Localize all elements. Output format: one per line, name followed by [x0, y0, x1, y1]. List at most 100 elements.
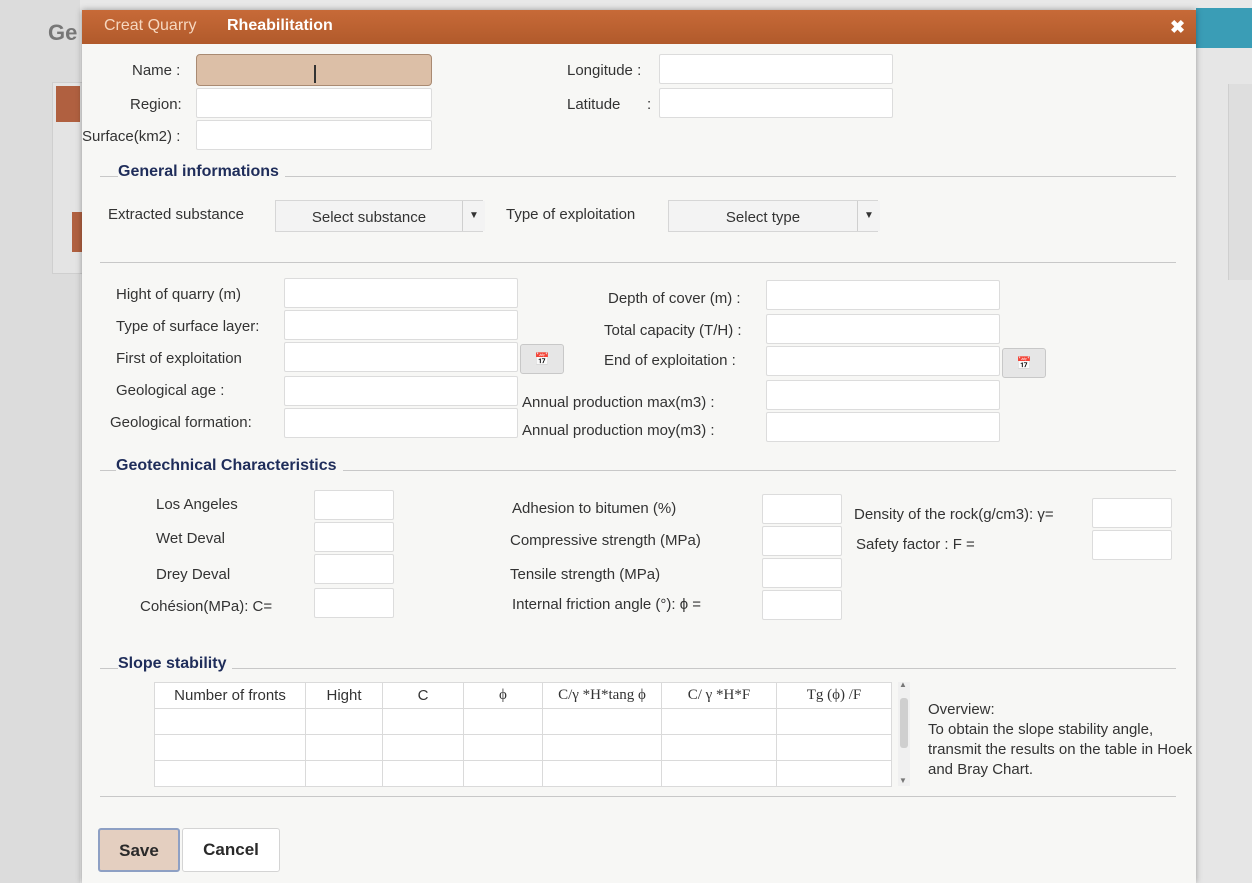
column-header-c-gamma-h-f: C/ γ *H*F — [661, 682, 777, 709]
latitude-input[interactable] — [659, 88, 893, 118]
adhesion-input[interactable] — [762, 494, 842, 524]
internal-friction-input[interactable] — [762, 590, 842, 620]
chevron-down-icon: ▼ — [462, 201, 485, 231]
longitude-label: Longitude : — [567, 62, 642, 79]
substance-select-value: Select substance — [311, 209, 427, 226]
drey-deval-input[interactable] — [314, 554, 394, 584]
text-cursor — [314, 65, 316, 83]
table-cell[interactable] — [776, 734, 892, 761]
table-cell[interactable] — [661, 708, 777, 735]
calendar-icon[interactable]: 📅 — [1002, 348, 1046, 378]
surface-layer-input[interactable] — [284, 310, 518, 340]
save-button[interactable]: Save — [98, 828, 180, 872]
table-scrollbar-thumb[interactable] — [900, 698, 908, 748]
depth-of-cover-label: Depth of cover (m) : — [608, 290, 741, 307]
name-label: Name : — [132, 62, 181, 79]
table-cell[interactable] — [154, 708, 306, 735]
table-cell[interactable] — [776, 708, 892, 735]
slope-section-title: Slope stability — [118, 655, 233, 673]
longitude-input[interactable] — [659, 54, 893, 84]
hight-of-quarry-label: Hight of quarry (m) — [116, 286, 242, 303]
drey-deval-label: Drey Deval — [156, 566, 231, 583]
wet-deval-label: Wet Deval — [156, 530, 225, 547]
background-button — [56, 86, 80, 122]
compressive-strength-input[interactable] — [762, 526, 842, 556]
geological-formation-label: Geological formation: — [110, 414, 252, 431]
table-cell[interactable] — [661, 734, 777, 761]
wet-deval-input[interactable] — [314, 522, 394, 552]
dialog-titlebar: Creat Quarry Rheabilitation ✖ — [82, 10, 1196, 44]
background-button-2 — [72, 212, 82, 252]
close-icon[interactable]: ✖ — [1170, 17, 1185, 38]
geological-age-input[interactable] — [284, 376, 518, 406]
first-exploitation-label: First of exploitation — [116, 350, 242, 367]
scroll-down-icon[interactable]: ▼ — [899, 776, 907, 785]
density-label: Density of the rock(g/cm3): γ= — [854, 506, 1054, 523]
los-angeles-input[interactable] — [314, 490, 394, 520]
adhesion-label: Adhesion to bitumen (%) — [512, 500, 677, 517]
cohesion-input[interactable] — [314, 588, 394, 618]
latitude-label: Latitude — [567, 96, 621, 113]
hight-of-quarry-input[interactable] — [284, 278, 518, 308]
geotech-section-title: Geotechnical Characteristics — [116, 457, 343, 475]
table-cell[interactable] — [542, 734, 662, 761]
annual-production-max-label: Annual production max(m3) : — [522, 394, 715, 411]
safety-factor-label: Safety factor : F = — [856, 536, 975, 553]
table-cell[interactable] — [542, 708, 662, 735]
background-page-title: Ge — [48, 20, 78, 45]
cohesion-label: Cohésion(MPa): C= — [140, 598, 273, 615]
density-input[interactable] — [1092, 498, 1172, 528]
table-cell[interactable] — [463, 760, 543, 787]
tab-rheabilitation[interactable]: Rheabilitation — [227, 17, 333, 35]
geological-age-label: Geological age : — [116, 382, 225, 399]
surface-layer-label: Type of surface layer: — [116, 318, 260, 335]
table-header-row: Number of fronts Hight C ϕ C/γ *H*tang ϕ… — [154, 682, 892, 709]
substance-select[interactable]: Select substance ▼ — [275, 200, 485, 232]
los-angeles-label: Los Angeles — [156, 496, 238, 513]
depth-of-cover-input[interactable] — [766, 280, 1000, 310]
total-capacity-input[interactable] — [766, 314, 1000, 344]
table-cell[interactable] — [776, 760, 892, 787]
table-cell[interactable] — [382, 734, 464, 761]
type-select-value: Select type — [725, 209, 801, 226]
total-capacity-label: Total capacity (T/H) : — [604, 322, 742, 339]
table-cell[interactable] — [154, 734, 306, 761]
table-cell[interactable] — [463, 734, 543, 761]
type-select[interactable]: Select type ▼ — [668, 200, 880, 232]
end-exploitation-input[interactable] — [766, 346, 1000, 376]
surface-input[interactable] — [196, 120, 432, 150]
annual-production-max-input[interactable] — [766, 380, 1000, 410]
background-right-card — [1228, 84, 1252, 280]
tab-creat-quarry[interactable]: Creat Quarry — [104, 17, 196, 35]
tensile-strength-label: Tensile strength (MPa) — [510, 566, 661, 583]
column-header-phi: ϕ — [463, 682, 543, 709]
table-cell[interactable] — [154, 760, 306, 787]
table-cell[interactable] — [305, 734, 383, 761]
table-cell[interactable] — [661, 760, 777, 787]
compressive-strength-label: Compressive strength (MPa) — [510, 532, 701, 549]
extracted-substance-label: Extracted substance — [108, 206, 244, 223]
first-exploitation-input[interactable] — [284, 342, 518, 372]
table-cell[interactable] — [382, 760, 464, 787]
table-row — [154, 760, 892, 787]
table-cell[interactable] — [305, 760, 383, 787]
annual-production-moy-input[interactable] — [766, 412, 1000, 442]
table-row — [154, 708, 892, 735]
table-cell[interactable] — [463, 708, 543, 735]
geological-formation-input[interactable] — [284, 408, 518, 438]
details-section-rule — [100, 262, 1176, 263]
table-cell[interactable] — [382, 708, 464, 735]
calendar-icon[interactable]: 📅 — [520, 344, 564, 374]
tensile-strength-input[interactable] — [762, 558, 842, 588]
latitude-colon: : — [647, 96, 652, 113]
slope-stability-table: Number of fronts Hight C ϕ C/γ *H*tang ϕ… — [154, 682, 892, 787]
overview-note: Overview: To obtain the slope stability … — [928, 700, 1198, 780]
table-cell[interactable] — [542, 760, 662, 787]
overview-text: To obtain the slope stability angle, tra… — [928, 721, 1193, 778]
table-cell[interactable] — [305, 708, 383, 735]
safety-factor-input[interactable] — [1092, 530, 1172, 560]
region-input[interactable] — [196, 88, 432, 118]
scroll-up-icon[interactable]: ▲ — [899, 680, 907, 689]
column-header-tg-phi-f: Tg (ϕ) /F — [776, 682, 892, 709]
cancel-button[interactable]: Cancel — [182, 828, 280, 872]
